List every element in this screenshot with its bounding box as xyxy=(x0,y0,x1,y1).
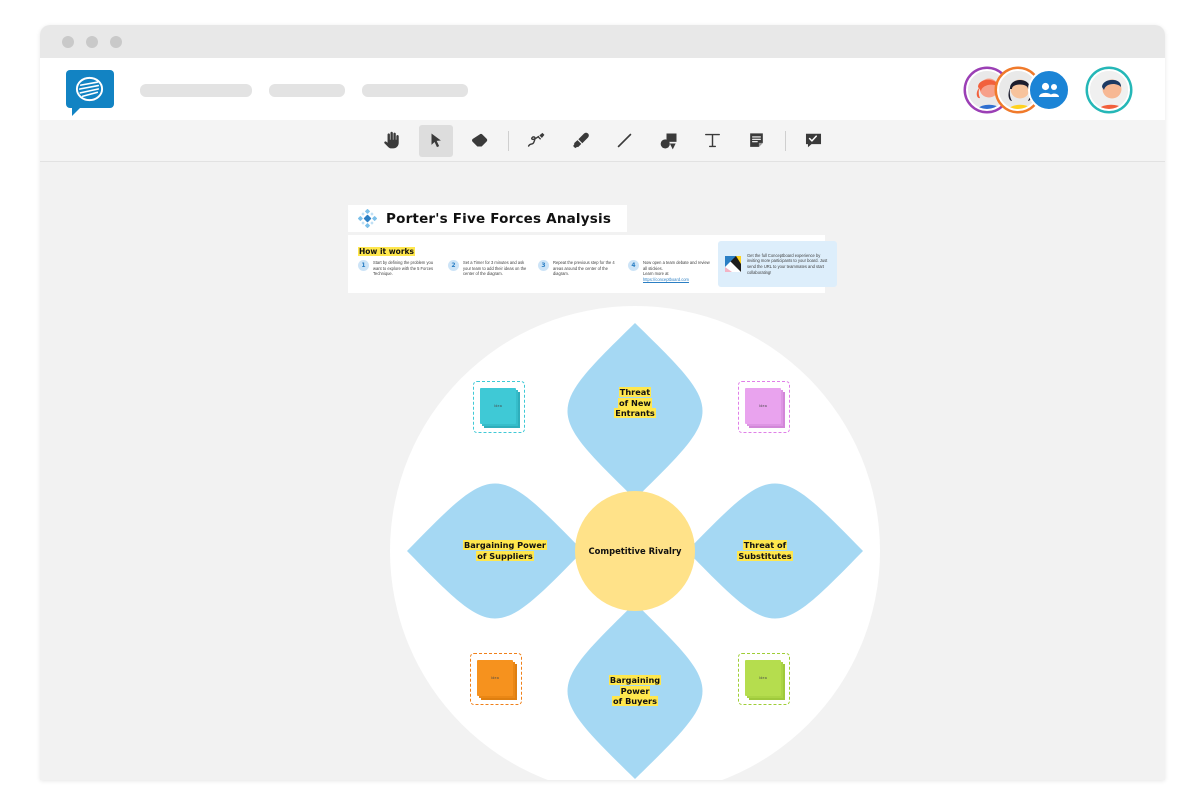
how-it-works-heading: How it works xyxy=(358,247,415,256)
cursor-icon xyxy=(431,133,441,147)
nav-placeholder-1[interactable] xyxy=(140,84,252,97)
toolbar-separator-1 xyxy=(507,130,509,151)
conceptboard-logo[interactable] xyxy=(66,70,114,116)
diagram-svg xyxy=(390,306,880,780)
comment-icon xyxy=(805,133,822,148)
board-toolbar xyxy=(40,120,1165,162)
step-text: Set a Timer for 3 minutes and ask your t… xyxy=(463,260,527,277)
promo-box: Get the full Conceptboard experience by … xyxy=(718,241,837,287)
promo-text: Get the full Conceptboard experience by … xyxy=(747,252,828,275)
text-icon xyxy=(705,133,720,148)
hand-icon xyxy=(384,131,399,149)
conceptboard-mark-icon xyxy=(725,256,741,272)
sticky-note-icon xyxy=(750,133,763,147)
browser-window: Porter's Five Forces Analysis How it wor… xyxy=(40,25,1165,780)
step-item: 1 Start by defining the problem you want… xyxy=(358,260,442,282)
header-nav-placeholders xyxy=(140,84,468,97)
five-forces-flower-icon xyxy=(358,209,377,228)
tool-hand[interactable] xyxy=(375,125,409,157)
pen-icon xyxy=(527,132,545,147)
sticky-note-bottom-right[interactable]: Idea xyxy=(738,653,790,705)
how-it-works-content: How it works 1 Start by defining the pro… xyxy=(358,241,712,287)
logo-speech-bubble xyxy=(66,70,114,116)
tool-text[interactable] xyxy=(696,125,730,157)
step-item: 3 Repeat the previous step for the 4 are… xyxy=(538,260,622,282)
sticky-note-text: Idea xyxy=(494,404,502,408)
sticky-note-top-right[interactable]: Idea xyxy=(738,381,790,433)
sticky-note-front[interactable]: Idea xyxy=(480,388,516,424)
tool-highlighter[interactable] xyxy=(564,125,598,157)
step-number: 3 xyxy=(538,260,549,271)
nav-placeholder-2[interactable] xyxy=(269,84,345,97)
step-learn-more-prefix: Learn more at xyxy=(643,271,669,277)
tool-select[interactable] xyxy=(418,124,453,157)
logo-board-icon xyxy=(75,76,104,102)
tool-comment[interactable] xyxy=(797,125,831,157)
step-text: Now open a team debate and review all st… xyxy=(643,260,710,271)
step-number: 2 xyxy=(448,260,459,271)
sticky-note-top-left[interactable]: Idea xyxy=(473,381,525,433)
center-circle-competitive-rivalry[interactable] xyxy=(575,491,695,611)
sticky-note-front[interactable]: Idea xyxy=(745,660,781,696)
sticky-note-text: Idea xyxy=(491,676,499,680)
sticky-note-front[interactable]: Idea xyxy=(745,388,781,424)
board-title-card[interactable]: Porter's Five Forces Analysis xyxy=(348,205,628,232)
sticky-note-text: Idea xyxy=(759,404,767,408)
window-minimize-button[interactable] xyxy=(86,36,98,48)
five-forces-diagram[interactable]: Threat of New Entrants Bargaining Power … xyxy=(385,301,885,780)
step-number: 1 xyxy=(358,260,369,271)
sticky-note-text: Idea xyxy=(759,676,767,680)
sticky-note-bottom-left[interactable]: Idea xyxy=(470,653,522,705)
tool-sticky-note[interactable] xyxy=(740,125,774,157)
window-titlebar xyxy=(40,25,1165,58)
step-item: 2 Set a Timer for 3 minutes and ask your… xyxy=(448,260,532,282)
step-text: Repeat the previous step for the 4 areas… xyxy=(553,260,615,277)
highlighter-icon xyxy=(573,132,589,149)
tool-shapes[interactable] xyxy=(652,125,686,157)
how-it-works-steps: 1 Start by defining the problem you want… xyxy=(358,260,712,282)
window-maximize-button[interactable] xyxy=(110,36,122,48)
step-item: 4 Now open a team debate and review all … xyxy=(628,260,712,282)
tool-eraser[interactable] xyxy=(463,125,497,157)
nav-placeholder-3[interactable] xyxy=(362,84,468,97)
step-learn-more-link[interactable]: https://conceptboard.com xyxy=(643,277,689,282)
toolbar-separator-2 xyxy=(784,130,786,151)
current-user-avatar[interactable] xyxy=(1088,69,1130,111)
board-canvas[interactable]: Porter's Five Forces Analysis How it wor… xyxy=(40,163,1165,780)
step-text-group: Now open a team debate and review all st… xyxy=(643,260,712,282)
window-controls xyxy=(62,36,122,48)
window-close-button[interactable] xyxy=(62,36,74,48)
sticky-note-front[interactable]: Idea xyxy=(477,660,513,696)
step-learn-more: Learn more at https://conceptboard.com xyxy=(643,271,712,282)
how-it-works-panel: How it works 1 Start by defining the pro… xyxy=(348,235,837,293)
tool-pen[interactable] xyxy=(520,125,554,157)
app-header xyxy=(40,58,1165,120)
line-icon xyxy=(617,133,632,148)
avatar-illustration xyxy=(1090,71,1128,109)
shapes-icon xyxy=(660,133,676,149)
step-text: Start by defining the problem you want t… xyxy=(373,260,434,277)
step-number: 4 xyxy=(628,260,639,271)
people-icon xyxy=(1039,82,1059,97)
add-people-button[interactable] xyxy=(1028,69,1070,111)
tool-line[interactable] xyxy=(608,125,642,157)
board-title: Porter's Five Forces Analysis xyxy=(386,210,612,227)
app-root: Porter's Five Forces Analysis How it wor… xyxy=(0,0,1200,800)
collaborators-group xyxy=(966,68,1130,112)
eraser-icon xyxy=(472,133,488,147)
